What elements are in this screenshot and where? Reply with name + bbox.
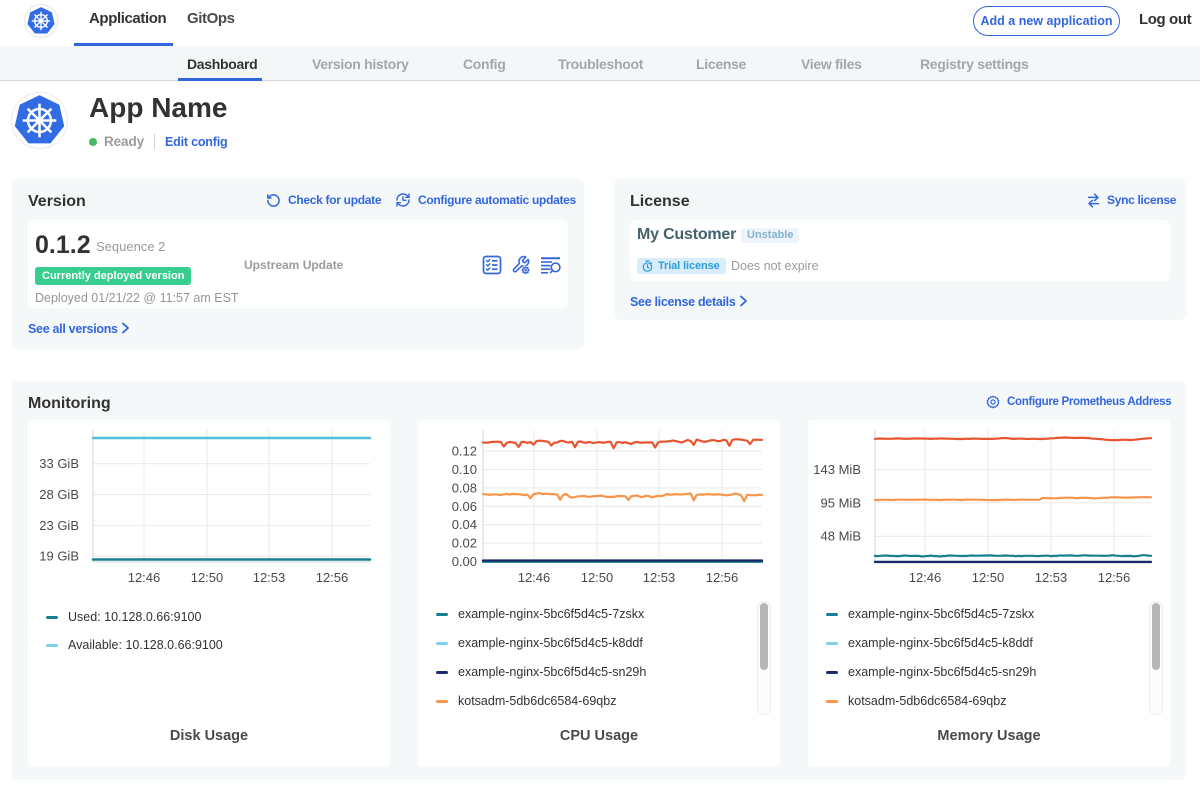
svg-text:0.12: 0.12 bbox=[452, 444, 477, 459]
svg-text:28 GiB: 28 GiB bbox=[39, 487, 79, 502]
svg-text:12:56: 12:56 bbox=[316, 570, 349, 585]
svg-text:0.06: 0.06 bbox=[452, 499, 477, 514]
svg-text:12:53: 12:53 bbox=[1035, 570, 1068, 585]
svg-text:19 GiB: 19 GiB bbox=[39, 549, 79, 564]
svg-text:12:50: 12:50 bbox=[581, 570, 614, 585]
svg-text:12:50: 12:50 bbox=[972, 570, 1005, 585]
svg-text:12:56: 12:56 bbox=[706, 570, 739, 585]
svg-text:12:46: 12:46 bbox=[128, 570, 161, 585]
svg-text:12:56: 12:56 bbox=[1098, 570, 1131, 585]
svg-text:12:53: 12:53 bbox=[643, 570, 676, 585]
svg-text:95 MiB: 95 MiB bbox=[821, 495, 861, 510]
svg-text:0.08: 0.08 bbox=[452, 480, 477, 495]
svg-text:33 GiB: 33 GiB bbox=[39, 456, 79, 471]
svg-text:23 GiB: 23 GiB bbox=[39, 518, 79, 533]
svg-text:0.04: 0.04 bbox=[452, 517, 477, 532]
svg-text:12:46: 12:46 bbox=[909, 570, 942, 585]
svg-text:0.00: 0.00 bbox=[452, 554, 477, 569]
svg-text:143 MiB: 143 MiB bbox=[813, 462, 861, 477]
svg-text:12:53: 12:53 bbox=[253, 570, 286, 585]
svg-text:48 MiB: 48 MiB bbox=[821, 529, 861, 544]
svg-text:12:46: 12:46 bbox=[518, 570, 551, 585]
svg-text:0.02: 0.02 bbox=[452, 536, 477, 551]
svg-text:0.10: 0.10 bbox=[452, 462, 477, 477]
svg-text:12:50: 12:50 bbox=[191, 570, 224, 585]
